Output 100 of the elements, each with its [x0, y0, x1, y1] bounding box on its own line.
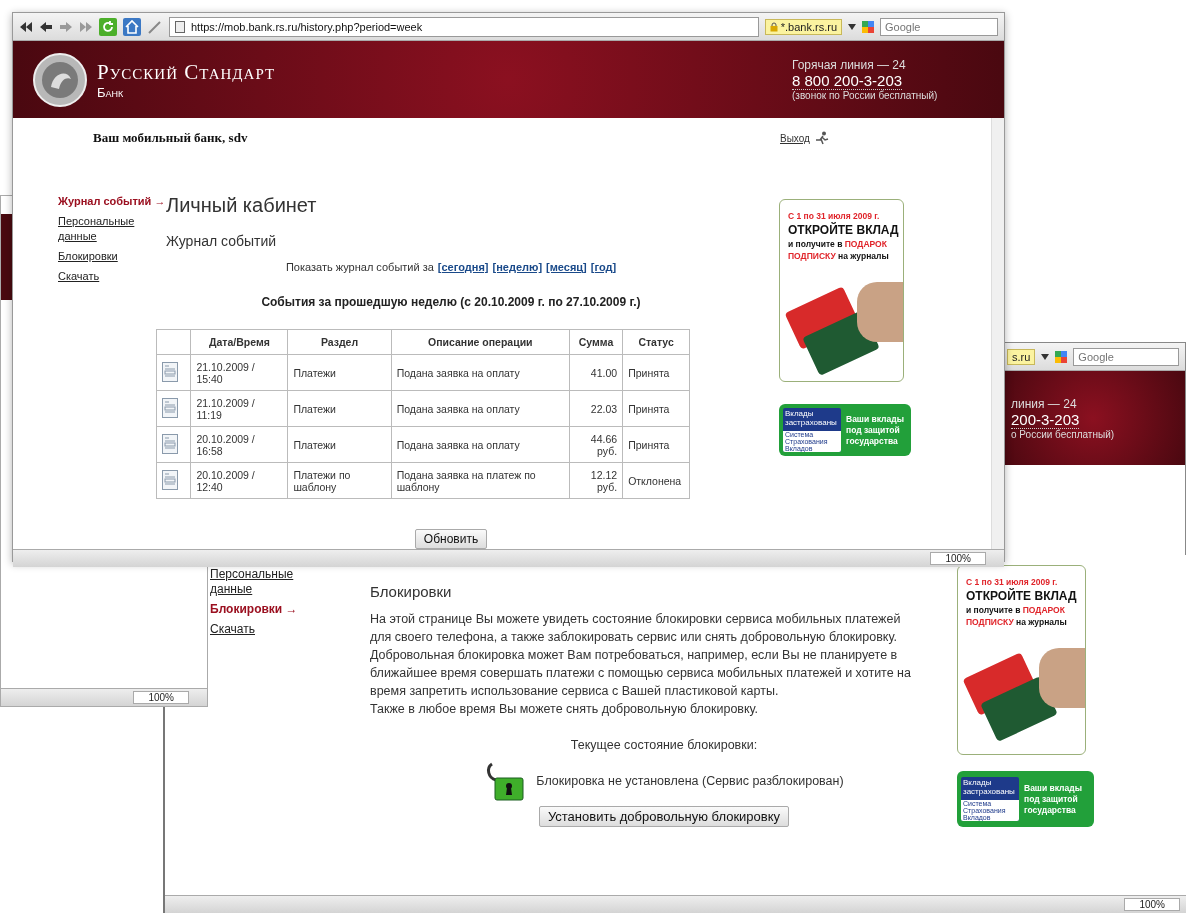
summary-heading: События за прошедшую неделю (с 20.10.2009 г. по 27.10.2009 г.): [260, 295, 642, 309]
column-header: Описание операции: [391, 329, 570, 355]
bank-subtitle: Банк: [97, 84, 125, 100]
sidebar-link[interactable]: Персональные данные: [210, 567, 300, 597]
status-label: Текущее состояние блокировки:: [569, 738, 759, 752]
column-header: Раздел: [287, 329, 392, 355]
hotline-label: Горячая линия — 24: [792, 58, 907, 72]
sidebar-link[interactable]: Блокировки: [58, 249, 148, 264]
greeting: Ваш мобильный банк, sdv: [93, 130, 249, 146]
sidebar-link[interactable]: Блокировки →: [210, 602, 370, 617]
table-cell: Отклонена: [622, 462, 690, 499]
insurance-slogan: Ваши вклады под защитой государства: [1024, 782, 1083, 816]
column-header: Сумма: [569, 329, 623, 355]
table-cell: 12.12 руб.: [569, 462, 623, 499]
sidebar-link[interactable]: Скачать: [210, 622, 300, 637]
promo-text: ОТКРОЙТЕ ВКЛАД: [966, 588, 1078, 604]
search-engine-icon: [1055, 350, 1068, 363]
table-cell: Принята: [622, 426, 690, 463]
promo-banner[interactable]: С 1 по 31 июля 2009 г. ОТКРОЙТЕ ВКЛАД и получите в ПОДАРОК ПОДПИСКУ на журналы: [779, 199, 904, 382]
page-icon: [175, 20, 185, 33]
page-title: Личный кабинет: [166, 194, 318, 217]
refresh-icon[interactable]: [99, 17, 117, 36]
hotline-phone: 200-3-203: [1011, 410, 1080, 429]
promo-text: ПОДПИСКУ на журналы: [788, 250, 890, 262]
promo-banner[interactable]: С 1 по 31 июля 2009 г. ОТКРОЙТЕ ВКЛАД и получите в ПОДАРОК ПОДПИСКУ на журналы: [957, 565, 1086, 755]
section-title: Журнал событий: [166, 233, 278, 249]
promo-text: ПОДПИСКУ на журналы: [966, 616, 1068, 628]
security-badge[interactable]: *.bank.rs.ru: [764, 18, 842, 35]
document-icon[interactable]: [162, 433, 178, 454]
column-header: Статус: [622, 329, 690, 355]
sidebar-link[interactable]: Скачать: [58, 269, 148, 284]
insurance-slogan: Ваши вклады под защитой государства: [846, 413, 905, 447]
hotline-note: (звонок по России бесплатный): [792, 90, 939, 101]
period-link[interactable]: [сегодня]: [437, 261, 489, 273]
search-field[interactable]: Google: [1073, 347, 1179, 366]
table-cell: Платежи: [287, 426, 392, 463]
dropdown-caret-icon[interactable]: [848, 23, 856, 30]
table-cell: Подана заявка на оплату: [391, 426, 570, 463]
status-text: Блокировка не установлена (Сервис разблокирован): [536, 774, 844, 788]
fast-forward-icon[interactable]: [79, 19, 93, 34]
promo-text: С 1 по 31 июля 2009 г.: [788, 210, 881, 222]
rewind-icon[interactable]: [19, 19, 33, 34]
table-cell: 22.03: [569, 390, 623, 427]
refresh-button[interactable]: Обновить: [414, 529, 488, 549]
table-cell: Подана заявка на платеж по шаблону: [391, 462, 570, 499]
hotline-note: о России бесплатный): [1011, 428, 1115, 440]
badge-title: Вклады застрахованы: [784, 408, 838, 428]
document-icon[interactable]: [162, 361, 178, 382]
padlock-icon: [769, 21, 778, 32]
section-title: Блокировки: [370, 583, 453, 600]
table-cell: 20.10.2009 / 12:40: [190, 462, 288, 499]
hotline-phone: 8 800 200-3-203: [792, 72, 903, 90]
hotline-label: линия — 24: [1011, 396, 1077, 411]
period-prompt: Показать журнал событий за: [285, 261, 434, 273]
table-cell: 20.10.2009 / 16:58: [190, 426, 288, 463]
lock-button[interactable]: Установить добровольную блокировку: [538, 806, 790, 827]
pen-icon[interactable]: [147, 18, 163, 35]
logout-link[interactable]: Выход: [780, 132, 810, 144]
period-link[interactable]: [месяц]: [546, 261, 587, 273]
table-cell: 21.10.2009 / 15:40: [190, 354, 288, 391]
zoom-control[interactable]: 100%: [1124, 898, 1180, 911]
zoom-control[interactable]: 100%: [930, 552, 986, 565]
bank-name: Русский Стандарт: [97, 59, 277, 85]
forward-icon[interactable]: [59, 19, 73, 34]
search-engine-icon: [862, 20, 874, 33]
period-link[interactable]: [неделю]: [492, 261, 543, 273]
promo-text: С 1 по 31 июля 2009 г.: [966, 576, 1059, 588]
dropdown-caret-icon[interactable]: [1041, 353, 1050, 360]
document-icon[interactable]: [162, 397, 178, 418]
table-cell: Подана заявка на оплату: [391, 390, 570, 427]
logo-icon: [33, 52, 87, 107]
zoom-control[interactable]: 100%: [133, 691, 189, 704]
period-link[interactable]: [год]: [590, 261, 617, 273]
column-header: Дата/Время: [190, 329, 288, 355]
table-cell: Принята: [622, 390, 690, 427]
table-cell: Подана заявка на оплату: [391, 354, 570, 391]
document-icon[interactable]: [162, 469, 178, 490]
promo-text: и получите в ПОДАРОК: [966, 604, 1066, 616]
security-badge[interactable]: s.ru: [1007, 348, 1036, 365]
scrollbar[interactable]: [991, 118, 1004, 549]
sidebar-link[interactable]: Журнал событий →: [58, 194, 166, 209]
table-cell: Платежи по шаблону: [287, 462, 392, 499]
description-paragraph: Также в любое время Вы можете снять добровольную блокировку.: [370, 701, 760, 718]
table-cell: 41.00: [569, 354, 623, 391]
table-cell: 21.10.2009 / 11:19: [190, 390, 288, 427]
address-bar[interactable]: https://mob.bank.rs.ru/history.php?period=week: [169, 16, 759, 37]
table-cell: Платежи: [287, 390, 392, 427]
search-field[interactable]: Google: [880, 17, 998, 36]
sidebar-link[interactable]: Персональные данные: [58, 214, 148, 244]
running-figure-icon: [813, 131, 830, 145]
table-cell: Принята: [622, 354, 690, 391]
description-paragraph: Добровольная блокировка может Вам потребоваться, например, если Вы не планируете в ближайшее время совершать платежи с помощью сервиса мобильных платежей и хотите на время запретить использование сервиса с Вашей пластиковой карты.: [370, 647, 912, 700]
back-icon[interactable]: [39, 19, 53, 34]
promo-text: ОТКРОЙТЕ ВКЛАД: [788, 222, 899, 238]
description-paragraph: На этой странице Вы можете увидеть состояние блокировки сервиса мобильных платежей для своего телефона, а также заблокировать сервис или снять добровольную блокировку.: [370, 611, 902, 646]
badge-title: Вклады застрахованы: [962, 777, 1016, 797]
table-cell: Платежи: [287, 354, 392, 391]
home-icon[interactable]: [123, 17, 141, 36]
promo-text: и получите в ПОДАРОК: [788, 238, 888, 250]
table-cell: 44.66 руб.: [569, 426, 623, 463]
